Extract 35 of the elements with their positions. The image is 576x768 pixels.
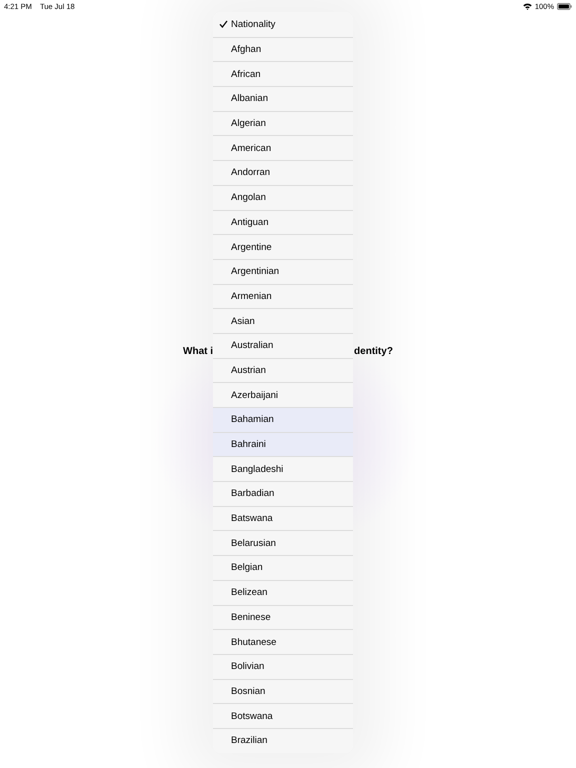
menu-item[interactable]: Belgian <box>213 555 353 580</box>
menu-item[interactable]: Angolan <box>213 184 353 210</box>
menu-item[interactable]: Bahraini <box>213 432 353 456</box>
menu-item[interactable]: Afghan <box>213 36 353 62</box>
menu-item[interactable]: Bolivian <box>213 654 353 679</box>
menu-item[interactable]: Botswana <box>213 703 353 728</box>
wifi-icon <box>522 2 532 10</box>
menu-item[interactable]: American <box>213 135 353 160</box>
checkmark-icon <box>219 20 228 28</box>
menu-item[interactable]: Azerbaijani <box>213 382 353 407</box>
menu-item[interactable]: Batswana <box>213 506 353 530</box>
menu-item[interactable]: Argentinian <box>213 258 353 284</box>
menu-item[interactable]: Bhutanese <box>213 629 353 654</box>
menu-item[interactable]: Austrian <box>213 358 353 382</box>
menu-item[interactable]: Brazilian <box>213 728 353 753</box>
menu-item[interactable]: Nationality <box>213 12 353 37</box>
battery-icon <box>557 2 572 10</box>
menu-item[interactable]: African <box>213 61 353 86</box>
menu-item[interactable]: Barbadian <box>213 481 353 506</box>
menu-item[interactable]: Albanian <box>213 86 353 111</box>
question-text: dentity? <box>354 346 393 357</box>
menu-item[interactable]: Asian <box>213 308 353 333</box>
menu-item[interactable]: Algerian <box>213 110 353 136</box>
menu-item[interactable]: Beninese <box>213 604 353 630</box>
menu-item[interactable]: Argentine <box>213 234 353 259</box>
menu-item[interactable]: Antiguan <box>213 210 353 234</box>
menu-item[interactable]: Bahamian <box>213 407 353 432</box>
menu-item[interactable]: Andorran <box>213 160 353 185</box>
question-text: What i <box>183 346 214 357</box>
menu-item[interactable]: Australian <box>213 332 353 358</box>
menu-item[interactable]: Belizean <box>213 580 353 604</box>
menu-item[interactable]: Bosnian <box>213 678 353 704</box>
menu-item[interactable]: Bangladeshi <box>213 456 353 482</box>
menu-item[interactable]: Belarusian <box>213 530 353 556</box>
menu-item[interactable]: Armenian <box>213 284 353 308</box>
